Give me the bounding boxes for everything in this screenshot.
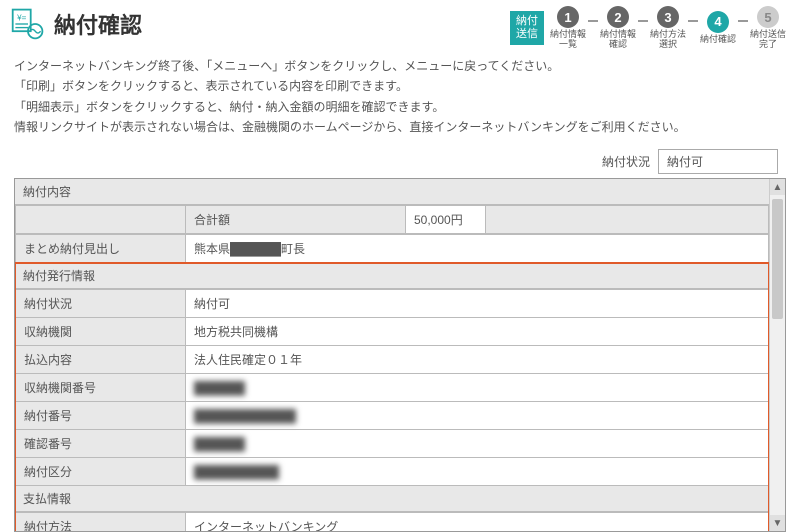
row-value: ██████████ [186,458,769,486]
section-content-header: 納付内容 [15,179,769,205]
row-value: ██████ [186,374,769,402]
content-frame: 納付内容 合計額 50,000円 まとめ納付見出し 熊本県██████町長 納付… [14,178,786,532]
status-value: 納付可 [658,149,778,174]
step-2: 2 [607,6,629,28]
pay-method-label: 納付方法 [16,513,186,532]
step-1: 1 [557,6,579,28]
summary-table: まとめ納付見出し 熊本県██████町長 [15,234,769,263]
row-value: 納付可 [186,290,769,318]
row-label: 納付区分 [16,458,186,486]
pay-info-table: 納付方法インターネットバンキング [15,512,769,531]
empty-header [16,206,186,234]
empty-header2 [486,206,769,234]
page-title: 納付確認 [54,8,142,40]
step-4: 4 [707,11,729,33]
step-3: 3 [657,6,679,28]
payment-icon: ¥= [10,6,46,42]
svg-text:¥=: ¥= [16,13,26,22]
step-5: 5 [757,6,779,28]
row-label: 収納機関 [16,318,186,346]
row-label: 納付状況 [16,290,186,318]
row-value: ██████ [186,430,769,458]
scroll-up-button[interactable]: ▲ [770,179,785,195]
summary-header-label: まとめ納付見出し [16,235,186,263]
row-label: 収納機関番号 [16,374,186,402]
summary-header-value: 熊本県██████町長 [186,235,769,263]
row-label: 確認番号 [16,430,186,458]
intro-text: インターネットバンキング終了後、「メニューへ」ボタンをクリックし、メニューに戻っ… [0,52,800,146]
total-table: 合計額 50,000円 [15,205,769,234]
row-value: ████████████ [186,402,769,430]
highlighted-region: 納付発行情報 納付状況納付可 収納機関地方税共同機構 払込内容法人住民確定０１年… [15,263,769,531]
row-value: 法人住民確定０１年 [186,346,769,374]
row-value: 地方税共同機構 [186,318,769,346]
row-label: 納付番号 [16,402,186,430]
status-label: 納付状況 [602,153,650,170]
step-indicator: 納付送信 1納付情報一覧 2納付情報確認 3納付方法選択 4納付確認 5納付送信… [510,6,790,50]
pay-info-header: 支払情報 [15,486,769,512]
scroll-thumb[interactable] [772,199,783,319]
pay-method-value: インターネットバンキング [186,513,769,532]
scrollbar[interactable]: ▲ ▼ [769,179,785,531]
total-label: 合計額 [186,206,406,234]
total-value: 50,000円 [406,206,486,234]
row-label: 払込内容 [16,346,186,374]
issue-info-header: 納付発行情報 [15,263,769,289]
step-send-label: 納付送信 [510,11,544,45]
issue-info-table: 納付状況納付可 収納機関地方税共同機構 払込内容法人住民確定０１年 収納機関番号… [15,289,769,486]
